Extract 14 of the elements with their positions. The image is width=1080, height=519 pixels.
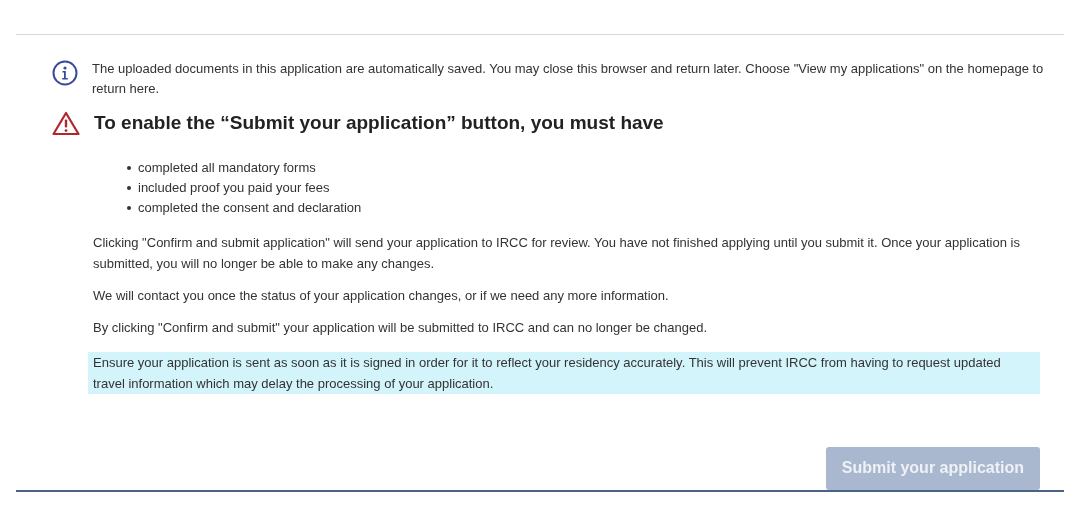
bullet-icon bbox=[127, 165, 131, 170]
requirement-text: completed all mandatory forms bbox=[138, 158, 316, 177]
requirements-heading: To enable the “Submit your application” button, you must have bbox=[94, 111, 664, 135]
warning-icon bbox=[52, 110, 80, 136]
paragraph-text: We will contact you once the status of your application changes, or if we need any more information. bbox=[92, 286, 670, 305]
notice-text: The uploaded documents in this application are automatically saved. You may close this browser and return later. Choose "View my applications" on the homepage to return here. bbox=[92, 60, 1045, 98]
requirement-text: completed the consent and declaration bbox=[138, 198, 362, 217]
requirement-text: included proof you paid your fees bbox=[138, 178, 330, 197]
paragraph-text: By clicking "Confirm and submit" your application will be submitted to IRCC and can no longer be changed. bbox=[92, 318, 709, 337]
info-icon bbox=[52, 60, 78, 86]
bullet-icon bbox=[127, 185, 131, 190]
highlighted-note: Ensure your application is sent as soon as it is signed in order for it to reflect your residency accurately. This will prevent IRCC from having to request updated travel information which may delay the processing of your application. bbox=[88, 351, 1040, 394]
paragraph-text: Clicking "Confirm and submit application" will send your application to IRCC for review. You have not finished applying until you submit it. Once your application is submitted, you will no longer be able to make any changes. bbox=[92, 233, 1021, 273]
bullet-icon bbox=[127, 205, 131, 210]
